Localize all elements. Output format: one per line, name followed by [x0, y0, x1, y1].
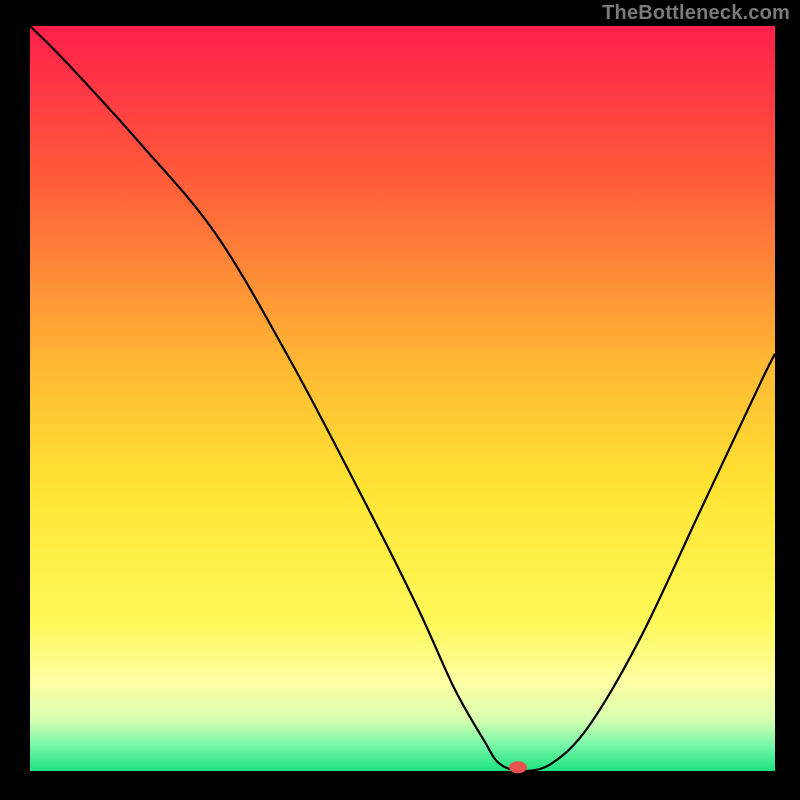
- bottleneck-chart: [0, 0, 800, 800]
- chart-stage: TheBottleneck.com: [0, 0, 800, 800]
- optimal-point-marker: [509, 761, 527, 773]
- plot-background: [30, 26, 775, 771]
